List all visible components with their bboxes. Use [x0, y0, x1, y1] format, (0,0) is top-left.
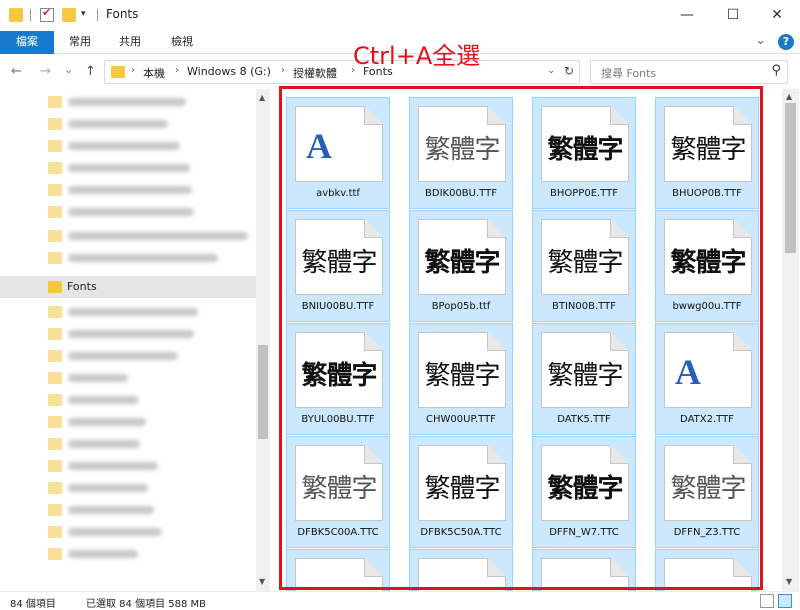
tab-share[interactable]: 共用 — [108, 31, 152, 54]
title-bar: ▾ Fonts — ☐ ✕ — [0, 0, 800, 31]
item-count: 84 個項目 — [10, 599, 56, 610]
folder-icon — [48, 252, 62, 264]
folder-icon — [48, 460, 62, 472]
folder-icon — [48, 206, 62, 218]
folder-icon — [48, 230, 62, 242]
folder-icon — [9, 8, 23, 22]
folder-icon — [48, 281, 62, 293]
folder-icon — [48, 394, 62, 406]
blurred-label — [68, 418, 146, 426]
blurred-label — [68, 374, 128, 382]
blurred-label — [68, 208, 194, 216]
customize-toolbar-icon[interactable]: ▾ — [81, 9, 86, 19]
window-title: Fonts — [106, 7, 139, 21]
folder-icon — [48, 306, 62, 318]
scrollbar-thumb[interactable] — [258, 345, 268, 439]
new-folder-icon[interactable] — [62, 8, 76, 22]
details-view-icon[interactable] — [760, 594, 774, 608]
blurred-label — [68, 164, 190, 172]
close-button[interactable]: ✕ — [754, 0, 800, 31]
scroll-down-icon[interactable]: ▼ — [786, 577, 792, 586]
breadcrumb-this-pc[interactable]: 本機 — [143, 65, 165, 81]
tab-home[interactable]: 常用 — [58, 31, 102, 54]
search-placeholder: 搜尋 Fonts — [601, 67, 657, 80]
scrollbar-thumb[interactable] — [785, 103, 796, 253]
nav-item-fonts[interactable]: Fonts — [0, 276, 256, 298]
nav-scrollbar[interactable]: ▲ ▼ — [256, 89, 270, 591]
tab-view[interactable]: 檢視 — [160, 31, 204, 54]
blurred-label — [68, 330, 194, 338]
blurred-label — [68, 308, 198, 316]
blurred-label — [68, 142, 180, 150]
address-bar[interactable]: › 本機 › Windows 8 (G:) › 授權軟體 › Fonts ⌄ ↻ — [104, 60, 580, 84]
folder-icon — [48, 350, 62, 362]
blurred-label — [68, 254, 218, 262]
expand-ribbon-icon[interactable]: ⌄ — [755, 33, 766, 48]
help-icon[interactable]: ? — [778, 34, 794, 50]
minimize-button[interactable]: — — [664, 0, 710, 31]
blurred-label — [68, 186, 192, 194]
status-bar: 84 個項目 已選取 84 個項目 588 MB — [0, 591, 800, 610]
folder-icon — [48, 140, 62, 152]
breadcrumb-drive[interactable]: Windows 8 (G:) — [187, 65, 271, 78]
blurred-label — [68, 484, 148, 492]
scroll-up-icon[interactable]: ▲ — [259, 93, 265, 102]
breadcrumb-separator: › — [175, 65, 179, 76]
folder-icon — [48, 526, 62, 538]
folder-icon — [48, 328, 62, 340]
navigation-pane: Fonts ▲ ▼ — [0, 89, 272, 591]
folder-icon — [48, 548, 62, 560]
divider — [97, 9, 98, 21]
scroll-down-icon[interactable]: ▼ — [259, 577, 265, 586]
folder-icon — [48, 416, 62, 428]
forward-button[interactable]: → — [40, 64, 51, 79]
properties-icon[interactable] — [40, 6, 54, 22]
blurred-label — [68, 98, 186, 106]
divider — [30, 9, 31, 21]
selection-info: 已選取 84 個項目 588 MB — [86, 599, 207, 610]
up-button[interactable]: ↑ — [85, 64, 96, 79]
blurred-label — [68, 120, 168, 128]
files-scrollbar[interactable]: ▲ ▼ — [782, 89, 799, 591]
maximize-button[interactable]: ☐ — [710, 0, 756, 31]
scroll-up-icon[interactable]: ▲ — [786, 92, 792, 101]
address-dropdown-icon[interactable]: ⌄ — [547, 66, 555, 76]
breadcrumb-separator: › — [131, 65, 135, 76]
folder-icon — [48, 184, 62, 196]
recent-locations-icon[interactable]: ⌄ — [64, 63, 73, 76]
annotation-label: Ctrl+A全選 — [353, 42, 481, 70]
annotation-box — [279, 86, 763, 590]
folder-icon — [48, 162, 62, 174]
blurred-label — [68, 352, 178, 360]
breadcrumb-licensed-software[interactable]: 授權軟體 — [293, 65, 337, 81]
folder-icon — [48, 372, 62, 384]
large-icons-view-icon[interactable] — [778, 594, 792, 608]
blurred-label — [68, 440, 140, 448]
search-icon[interactable]: ⚲ — [771, 63, 781, 78]
folder-icon — [48, 438, 62, 450]
search-input[interactable]: 搜尋 Fonts ⚲ — [590, 60, 788, 84]
blurred-label — [68, 232, 248, 240]
folder-icon — [48, 504, 62, 516]
breadcrumb-separator: › — [281, 65, 285, 76]
blurred-label — [68, 550, 138, 558]
folder-icon — [48, 118, 62, 130]
blurred-label — [68, 506, 154, 514]
blurred-label — [68, 528, 162, 536]
nav-item-label: Fonts — [67, 280, 97, 293]
folder-icon — [48, 482, 62, 494]
folder-icon — [48, 96, 62, 108]
refresh-icon[interactable]: ↻ — [564, 64, 574, 78]
back-button[interactable]: ← — [11, 64, 22, 79]
tab-file[interactable]: 檔案 — [0, 31, 54, 54]
folder-icon — [111, 66, 125, 78]
blurred-label — [68, 396, 138, 404]
blurred-label — [68, 462, 158, 470]
